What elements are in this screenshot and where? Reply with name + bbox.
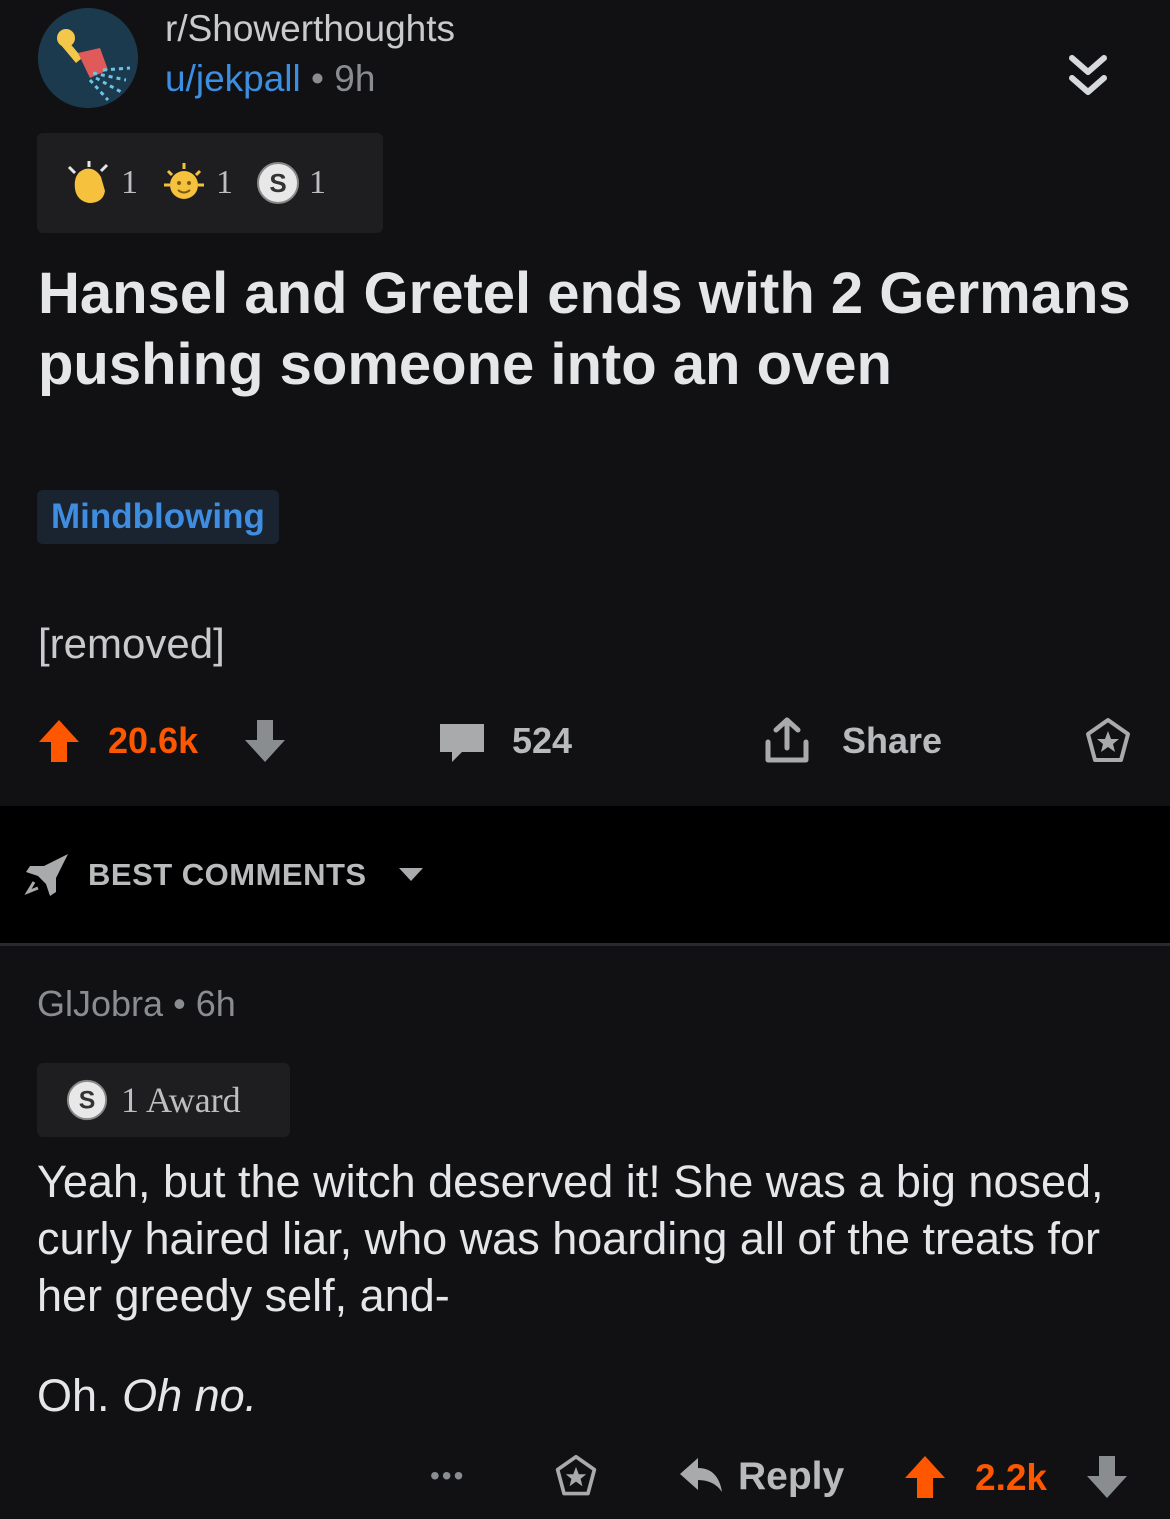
comment-count[interactable]: 524 xyxy=(512,720,572,762)
sort-dropdown[interactable]: BEST COMMENTS xyxy=(88,857,367,893)
meta-dot: • xyxy=(173,983,186,1024)
rocket-icon[interactable] xyxy=(24,852,72,903)
award-label: 1 Award xyxy=(121,1080,241,1120)
gold-face-icon xyxy=(164,163,204,199)
comment-body: Yeah, but the witch deserved it! She was… xyxy=(37,1156,1104,1321)
comment-italic-text: Oh no. xyxy=(122,1370,258,1421)
wholesome-clap-icon xyxy=(67,161,109,203)
shower-head-icon xyxy=(38,8,138,108)
post-age: 9h xyxy=(334,58,376,99)
more-options-icon[interactable]: ••• xyxy=(430,1460,465,1492)
divider xyxy=(0,943,1170,946)
reply-arrow-icon[interactable] xyxy=(678,1456,724,1501)
comment-score: 2.2k xyxy=(975,1457,1048,1498)
comment-body-line: Oh. Oh no. xyxy=(37,1370,257,1422)
post-flair[interactable]: Mindblowing xyxy=(37,490,279,544)
post-body: [removed] xyxy=(38,620,225,667)
chevron-down-icon[interactable] xyxy=(398,866,424,887)
post-score: 20.6k xyxy=(108,720,199,761)
upvote-icon[interactable] xyxy=(903,1454,947,1505)
comment-bubble-icon[interactable] xyxy=(438,722,486,769)
award-count: 1 xyxy=(216,164,233,201)
downvote-icon[interactable] xyxy=(243,718,287,769)
post-awards[interactable]: 1 1 S 1 xyxy=(37,133,383,233)
upvote-icon[interactable] xyxy=(37,718,81,769)
subreddit-name[interactable]: r/Showerthoughts xyxy=(165,8,455,50)
comment-meta: GlJobra • 6h xyxy=(37,983,236,1025)
comment-author[interactable]: GlJobra xyxy=(37,983,163,1024)
comment-awards[interactable]: S 1 Award xyxy=(37,1063,290,1137)
award-count: 1 xyxy=(121,164,138,201)
share-button[interactable]: Share xyxy=(842,720,942,762)
post-meta: u/jekpall • 9h xyxy=(165,58,375,100)
comment-text: Oh. xyxy=(37,1370,110,1421)
reply-button[interactable]: Reply xyxy=(738,1455,844,1499)
svg-text:S: S xyxy=(79,1087,96,1115)
meta-dot: • xyxy=(311,58,325,99)
author-link[interactable]: u/jekpall xyxy=(165,58,301,99)
svg-text:S: S xyxy=(269,168,286,198)
award-count: 1 xyxy=(309,164,326,201)
save-star-icon[interactable] xyxy=(553,1454,599,1505)
subreddit-avatar[interactable] xyxy=(38,8,138,108)
downvote-icon[interactable] xyxy=(1085,1454,1129,1505)
comment-age: 6h xyxy=(195,983,236,1024)
silver-s-icon: S xyxy=(257,162,299,204)
share-icon[interactable] xyxy=(764,716,810,771)
post-title[interactable]: Hansel and Gretel ends with 2 Germans pu… xyxy=(38,258,1138,400)
collapse-chevrons-icon[interactable] xyxy=(1066,50,1110,104)
save-star-icon[interactable] xyxy=(1083,717,1133,772)
silver-s-icon: S xyxy=(66,1079,108,1121)
